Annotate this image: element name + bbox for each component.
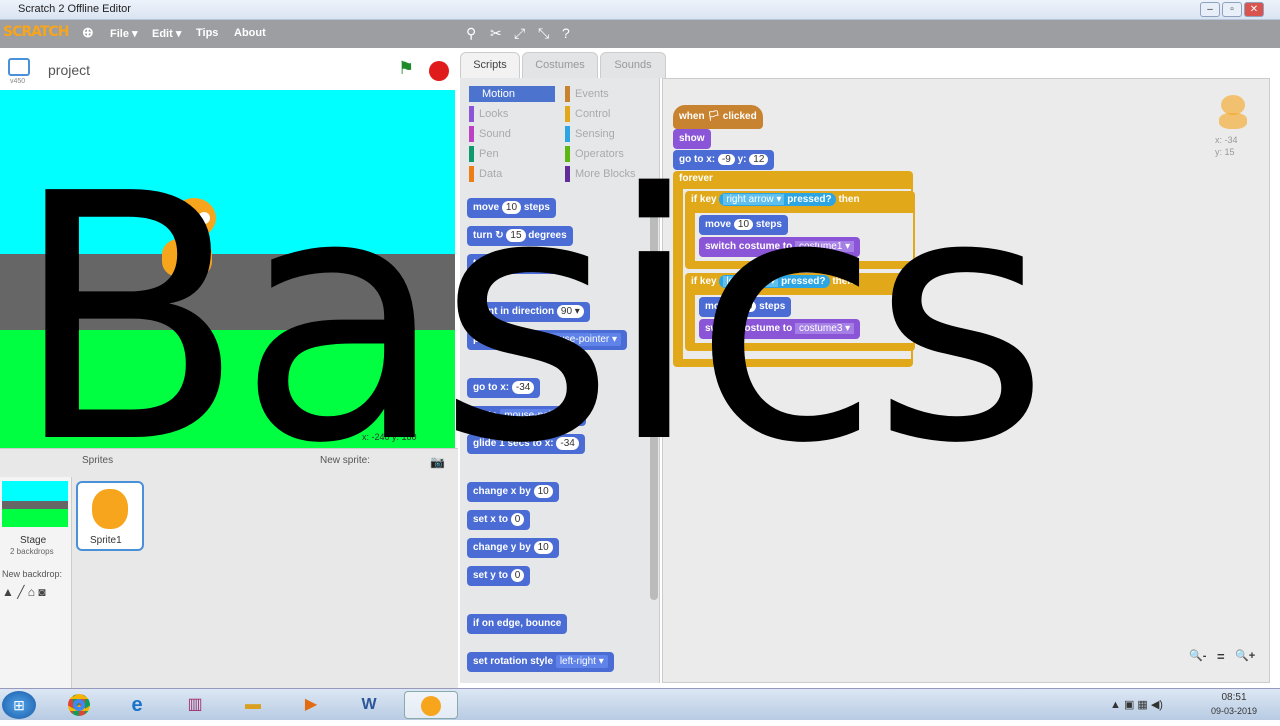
block-change-y[interactable]: change y by 10 bbox=[467, 538, 559, 558]
block-set-y[interactable]: set y to 0 bbox=[467, 566, 531, 586]
stop-icon[interactable] bbox=[429, 61, 449, 81]
title-bar: Scratch 2 Offline Editor – ▫ ✕ bbox=[0, 0, 1280, 20]
version-label: v450 bbox=[10, 78, 26, 85]
delete-tool-icon[interactable]: ✂ bbox=[490, 25, 502, 42]
winrar-icon[interactable]: ▥ bbox=[172, 691, 218, 719]
tab-sounds[interactable]: Sounds bbox=[600, 52, 666, 78]
menu-tips[interactable]: Tips bbox=[196, 27, 218, 39]
clock-date[interactable]: 09-03-2019 bbox=[1206, 706, 1262, 718]
sprite-name: Sprite1 bbox=[90, 535, 122, 546]
stage-label: Stage bbox=[20, 535, 47, 546]
category-looks[interactable]: Looks bbox=[469, 106, 559, 122]
category-control[interactable]: Control bbox=[565, 106, 655, 122]
tab-scripts[interactable]: Scripts bbox=[460, 52, 520, 78]
word-icon[interactable]: W bbox=[346, 691, 392, 719]
green-flag-icon[interactable]: ⚑ bbox=[398, 58, 414, 79]
tab-costumes[interactable]: Costumes bbox=[522, 52, 598, 78]
maximize-button[interactable]: ▫ bbox=[1222, 2, 1242, 17]
close-button[interactable]: ✕ bbox=[1244, 2, 1264, 17]
menu-file[interactable]: File ▾ bbox=[110, 27, 138, 40]
fullscreen-icon[interactable] bbox=[8, 58, 30, 76]
backdrops-count: 2 backdrops bbox=[10, 547, 54, 556]
zoom-in-icon[interactable]: 🔍+ bbox=[1235, 649, 1255, 662]
block-rotation-style[interactable]: set rotation style left-right ▾ bbox=[467, 652, 614, 672]
folder-icon[interactable]: ▬ bbox=[230, 691, 276, 719]
shrink-tool-icon[interactable]: ⤡ bbox=[538, 25, 549, 42]
taskbar: ⊞ e ▥ ▬ ▶ W ▲ ▣ ▦ ◀) 08:51 09-03-2019 bbox=[0, 688, 1280, 720]
media-player-icon[interactable]: ▶ bbox=[288, 691, 334, 719]
backdrop-tools-icon[interactable]: ▲ ╱ ⌂ ◙ bbox=[2, 585, 46, 599]
stage-header: v450 project ⚑ bbox=[0, 48, 458, 90]
grow-tool-icon[interactable]: ⤢ bbox=[514, 25, 525, 42]
new-backdrop-label: New backdrop: bbox=[2, 569, 63, 579]
duplicate-tool-icon[interactable]: ⚲ bbox=[466, 25, 476, 42]
sprite-info-thumbnail bbox=[1215, 93, 1251, 131]
minimize-button[interactable]: – bbox=[1200, 2, 1220, 17]
category-motion[interactable]: Motion bbox=[469, 86, 555, 102]
window-title: Scratch 2 Offline Editor bbox=[18, 3, 131, 15]
globe-icon[interactable]: ⊕ bbox=[82, 24, 94, 41]
menu-edit[interactable]: Edit ▾ bbox=[152, 27, 181, 40]
sprite-x-readout: x: -34 bbox=[1215, 135, 1238, 145]
category-events[interactable]: Events bbox=[565, 86, 655, 102]
block-bounce[interactable]: if on edge, bounce bbox=[467, 614, 568, 634]
zoom-out-icon[interactable]: 🔍- bbox=[1189, 649, 1206, 662]
help-tool-icon[interactable]: ? bbox=[562, 25, 570, 41]
project-title[interactable]: project bbox=[48, 62, 90, 78]
start-button-icon[interactable]: ⊞ bbox=[2, 691, 36, 719]
clock-time[interactable]: 08:51 bbox=[1214, 692, 1254, 703]
scratch-logo[interactable]: SCRATCH bbox=[3, 24, 69, 44]
zoom-reset-icon[interactable]: = bbox=[1217, 649, 1225, 664]
sprite-y-readout: y: 15 bbox=[1215, 147, 1235, 157]
overlay-title-text: Basics bbox=[12, 122, 1049, 518]
menu-about[interactable]: About bbox=[234, 27, 266, 39]
editor-tabs: Scripts Costumes Sounds bbox=[460, 52, 760, 78]
tray-icons[interactable]: ▲ ▣ ▦ ◀) bbox=[1110, 698, 1163, 711]
chrome-icon[interactable] bbox=[56, 691, 102, 719]
scratch-taskbar-icon[interactable] bbox=[404, 691, 458, 719]
ie-icon[interactable]: e bbox=[114, 691, 160, 719]
menu-bar: SCRATCH ⊕ File ▾ Edit ▾ Tips About ⚲ ✂ ⤢… bbox=[0, 20, 1280, 48]
